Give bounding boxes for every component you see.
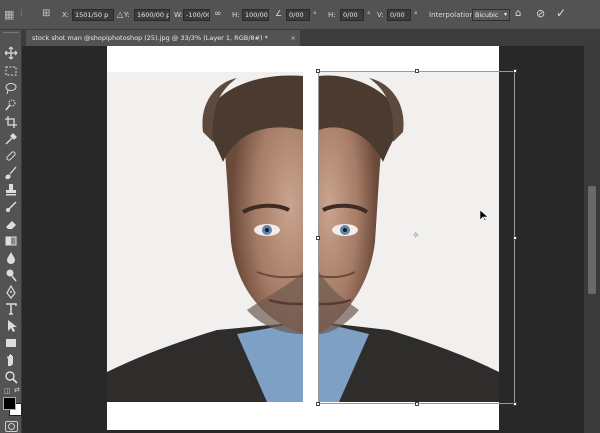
gradient-icon[interactable]	[4, 234, 18, 248]
transform-handle-bottom-left[interactable]	[316, 402, 320, 406]
swap-colors-icon[interactable]: ⇄	[14, 386, 20, 394]
interpolation-select[interactable]: Bicubic ▾	[472, 9, 510, 21]
transform-center-point-icon[interactable]: ✧	[412, 231, 420, 241]
pen-icon[interactable]	[4, 285, 18, 299]
blur-icon[interactable]	[4, 251, 18, 265]
lasso-icon[interactable]	[4, 81, 18, 95]
hskew-input[interactable]: 0/00	[340, 9, 364, 21]
relative-position-icon[interactable]: △	[117, 10, 123, 19]
document-tab-bar: stock shot man @shopiphotoshop (25).jpg …	[22, 30, 600, 46]
transform-handle-top-left[interactable]	[316, 69, 320, 73]
w-label: W:	[174, 11, 183, 19]
zoom-icon[interactable]	[4, 370, 18, 384]
transform-handle-bottom-right[interactable]	[513, 402, 517, 406]
quick-mask-icon[interactable]	[5, 421, 18, 432]
transform-handle-top-right[interactable]	[513, 69, 517, 73]
options-separator: |	[20, 9, 23, 17]
hand-icon[interactable]	[4, 353, 18, 367]
degree-symbol: °	[414, 11, 418, 19]
document-tab-title: stock shot man @shopiphotoshop (25).jpg …	[32, 34, 268, 42]
transform-handle-bottom[interactable]	[415, 402, 419, 406]
close-tab-icon[interactable]: ×	[291, 30, 296, 46]
dodge-icon[interactable]	[4, 268, 18, 282]
rotate-icon: ∠	[275, 9, 283, 18]
width-input[interactable]: -100/00%	[183, 9, 210, 21]
interpolation-label: Interpolation:	[429, 11, 477, 19]
path-select-icon[interactable]	[4, 319, 18, 333]
commit-transform-icon[interactable]: ✓	[556, 6, 566, 20]
default-colors-icon[interactable]: ◫	[4, 387, 11, 395]
link-icon[interactable]: ∞	[214, 9, 222, 19]
h-label: H:	[232, 11, 240, 19]
brush-icon[interactable]	[4, 166, 18, 180]
rectangle-icon[interactable]	[4, 336, 18, 350]
history-brush-icon[interactable]	[4, 200, 18, 214]
cancel-transform-icon[interactable]: ⊘	[536, 7, 545, 20]
rotate-input[interactable]: 0/00	[286, 9, 310, 21]
transform-handle-left[interactable]	[316, 236, 320, 240]
marquee-icon[interactable]	[4, 64, 18, 78]
mouse-cursor-icon	[479, 206, 489, 225]
y-label: Y:	[124, 11, 130, 19]
healing-brush-icon[interactable]	[4, 149, 18, 163]
transform-handle-top[interactable]	[415, 69, 419, 73]
vskew-input[interactable]: 0/00	[387, 9, 411, 21]
transform-tool-icon[interactable]: ▦	[4, 8, 14, 21]
left-face-half	[107, 72, 303, 402]
document-tab[interactable]: stock shot man @shopiphotoshop (25).jpg …	[26, 30, 300, 46]
degree-symbol: °	[313, 11, 317, 19]
chevron-down-icon: ▾	[503, 11, 507, 18]
interpolation-value: Bicubic	[475, 11, 499, 19]
scrollbar-thumb[interactable]	[588, 186, 596, 294]
vskew-label: V:	[377, 11, 384, 19]
eyedropper-icon[interactable]	[4, 132, 18, 146]
eraser-icon[interactable]	[4, 217, 18, 231]
transform-handle-right[interactable]	[513, 236, 517, 240]
y-input[interactable]: 1600/00 p	[134, 9, 170, 21]
panel-grip[interactable]	[3, 32, 19, 33]
clone-stamp-icon[interactable]	[4, 183, 18, 197]
warp-icon[interactable]: ⌂	[515, 8, 521, 19]
options-bar: ▦ | ⊞ X: 1501/50 p △ Y: 1600/00 p W: -10…	[0, 0, 600, 30]
crop-icon[interactable]	[4, 115, 18, 129]
degree-symbol: °	[367, 11, 371, 19]
reference-point-icon[interactable]: ⊞	[42, 8, 50, 19]
foreground-color-swatch[interactable]	[3, 397, 16, 410]
quick-select-icon[interactable]	[4, 98, 18, 112]
transform-bounding-box[interactable]: ✧	[316, 69, 517, 406]
tools-panel: ◫ ⇄	[0, 30, 22, 433]
height-input[interactable]: 100/00%	[242, 9, 269, 21]
type-icon[interactable]	[4, 302, 18, 316]
hskew-label: H:	[328, 11, 336, 19]
x-input[interactable]: 1501/50 p	[72, 9, 114, 21]
x-label: X:	[62, 11, 70, 19]
vertical-scrollbar[interactable]	[584, 46, 600, 433]
move-icon[interactable]	[4, 46, 18, 60]
